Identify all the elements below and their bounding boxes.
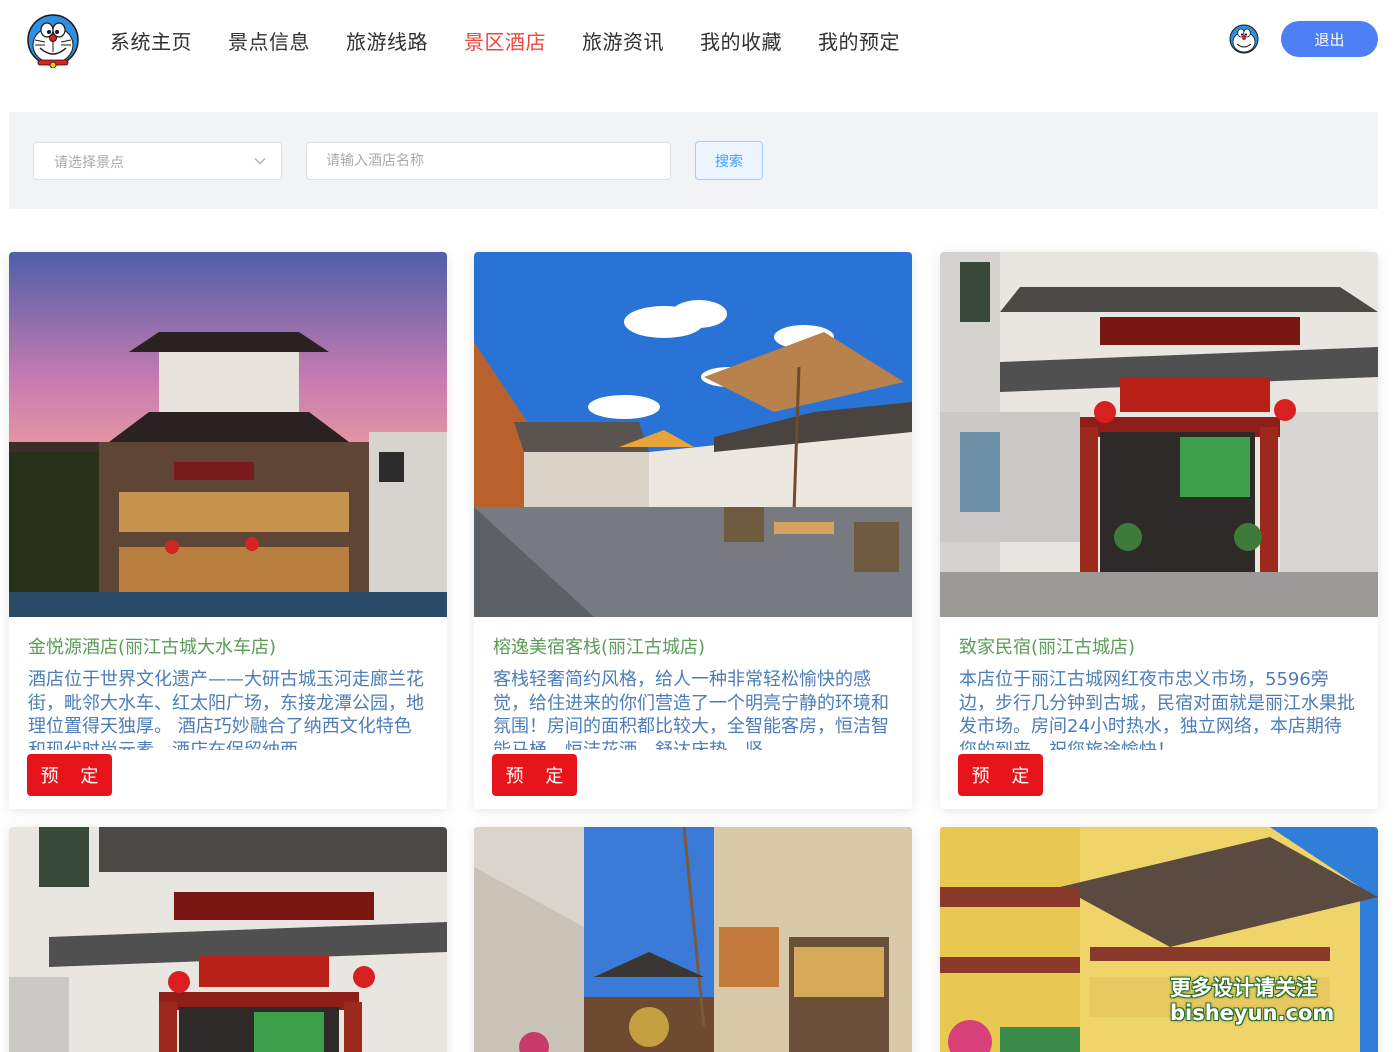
hotel-card[interactable] [474, 827, 912, 1052]
hotel-photo [9, 827, 447, 1052]
watermark-line-1: 更多设计请关注 [1170, 976, 1317, 1000]
hotel-photo [940, 252, 1378, 617]
doraemon-logo-icon[interactable] [26, 14, 80, 68]
top-header: 系统主页 景点信息 旅游线路 景区酒店 旅游资讯 我的收藏 我的预定 退出 [0, 0, 1400, 80]
search-panel: 请选择景点 搜索 [9, 112, 1378, 209]
hotel-description: 客栈轻奢简约风格，给人一种非常轻松愉快的感觉，给住进来的你们营造了一个明亮宁静的… [493, 669, 889, 750]
hotel-card-body: 致家民宿(丽江古城店) 本店位于丽江古城网红夜市忠义市场，5596旁边，步行几分… [940, 617, 1378, 809]
nav-item-home[interactable]: 系统主页 [110, 26, 192, 55]
hotel-card[interactable]: 金悦源酒店(丽江古城大水车店) 酒店位于世界文化遗产——大研古城玉河走廊兰花街，… [9, 252, 447, 809]
hotel-name-input[interactable] [306, 142, 671, 180]
watermark: 更多设计请关注 bisheyun.com [1170, 976, 1334, 1026]
hotel-card[interactable]: 榕逸美宿客栈(丽江古城店) 客栈轻奢简约风格，给人一种非常轻松愉快的感觉，给住进… [474, 252, 912, 809]
attraction-select[interactable]: 请选择景点 [33, 142, 282, 180]
hotel-name[interactable]: 致家民宿(丽江古城店) [959, 633, 1135, 659]
hotel-card[interactable]: 致家民宿(丽江古城店) 本店位于丽江古城网红夜市忠义市场，5596旁边，步行几分… [940, 252, 1378, 809]
hotel-card[interactable] [9, 827, 447, 1052]
hotel-photo [9, 252, 447, 617]
book-button[interactable]: 预 定 [27, 754, 112, 796]
nav-item-attractions[interactable]: 景点信息 [228, 26, 310, 55]
hotel-description: 本店位于丽江古城网红夜市忠义市场，5596旁边，步行几分钟到古城，民宿对面就是丽… [959, 669, 1355, 750]
hotel-card-body: 榕逸美宿客栈(丽江古城店) 客栈轻奢简约风格，给人一种非常轻松愉快的感觉，给住进… [474, 617, 912, 809]
nav-item-news[interactable]: 旅游资讯 [582, 26, 664, 55]
nav-item-hotels[interactable]: 景区酒店 [464, 26, 546, 55]
book-button[interactable]: 预 定 [492, 754, 577, 796]
nav-item-bookings[interactable]: 我的预定 [818, 26, 900, 55]
hotel-photo [474, 827, 912, 1052]
main-nav: 系统主页 景点信息 旅游线路 景区酒店 旅游资讯 我的收藏 我的预定 [110, 0, 936, 80]
logout-button[interactable]: 退出 [1281, 21, 1378, 57]
watermark-line-2: bisheyun.com [1170, 1001, 1335, 1025]
chevron-down-icon [254, 158, 266, 165]
hotel-description: 酒店位于世界文化遗产——大研古城玉河走廊兰花街，毗邻大水车、红太阳广场，东接龙潭… [28, 669, 424, 750]
hotel-photo [474, 252, 912, 617]
hotel-name[interactable]: 金悦源酒店(丽江古城大水车店) [28, 633, 276, 659]
attraction-select-placeholder: 请选择景点 [54, 155, 124, 171]
nav-item-favorites[interactable]: 我的收藏 [700, 26, 782, 55]
hotel-card-body: 金悦源酒店(丽江古城大水车店) 酒店位于世界文化遗产——大研古城玉河走廊兰花街，… [9, 617, 447, 809]
book-button[interactable]: 预 定 [958, 754, 1043, 796]
hotel-name[interactable]: 榕逸美宿客栈(丽江古城店) [493, 633, 705, 659]
doraemon-avatar-icon[interactable] [1229, 24, 1259, 54]
search-button[interactable]: 搜索 [695, 141, 763, 180]
nav-item-routes[interactable]: 旅游线路 [346, 26, 428, 55]
